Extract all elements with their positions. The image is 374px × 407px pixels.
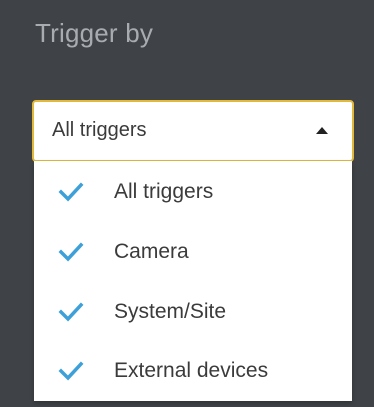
menu-item-label: System/Site: [114, 300, 227, 323]
caret-up-icon[interactable]: [316, 127, 328, 134]
menu-item-all-triggers[interactable]: All triggers: [34, 163, 352, 221]
checkmark-icon: [58, 242, 84, 262]
trigger-dropdown-menu: All triggers Camera System/Site External…: [34, 161, 352, 401]
checkmark-icon: [58, 361, 84, 381]
menu-item-label: Camera: [114, 240, 189, 263]
menu-item-system-site[interactable]: System/Site: [34, 283, 352, 341]
trigger-select[interactable]: All triggers: [32, 100, 354, 162]
menu-item-camera[interactable]: Camera: [34, 223, 352, 281]
checkmark-icon: [58, 302, 84, 322]
panel-title: Trigger by: [35, 18, 154, 48]
menu-item-external-devices[interactable]: External devices: [34, 342, 352, 400]
menu-item-label: All triggers: [114, 180, 214, 203]
select-value: All triggers: [52, 119, 147, 141]
checkmark-icon: [58, 182, 84, 202]
menu-item-label: External devices: [114, 359, 269, 382]
